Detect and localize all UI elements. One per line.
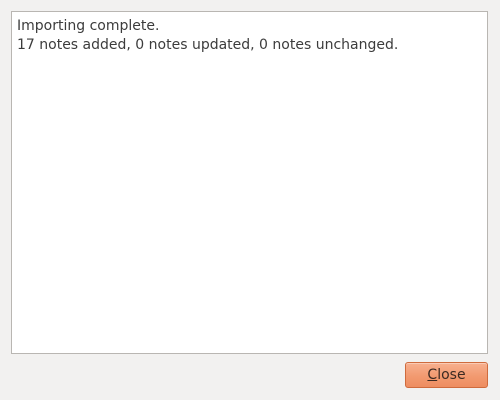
import-summary-line: 17 notes added, 0 notes updated, 0 notes… [17,37,399,53]
close-button-label: lose [437,367,466,383]
import-status-line: Importing complete. [17,18,160,34]
import-results-text-area[interactable]: Importing complete. 17 notes added, 0 no… [11,11,488,354]
close-button[interactable]: Close [405,362,488,388]
dialog-button-bar: Close [0,362,500,390]
close-button-mnemonic: C [427,367,438,383]
import-complete-dialog: Importing complete. 17 notes added, 0 no… [0,0,500,400]
